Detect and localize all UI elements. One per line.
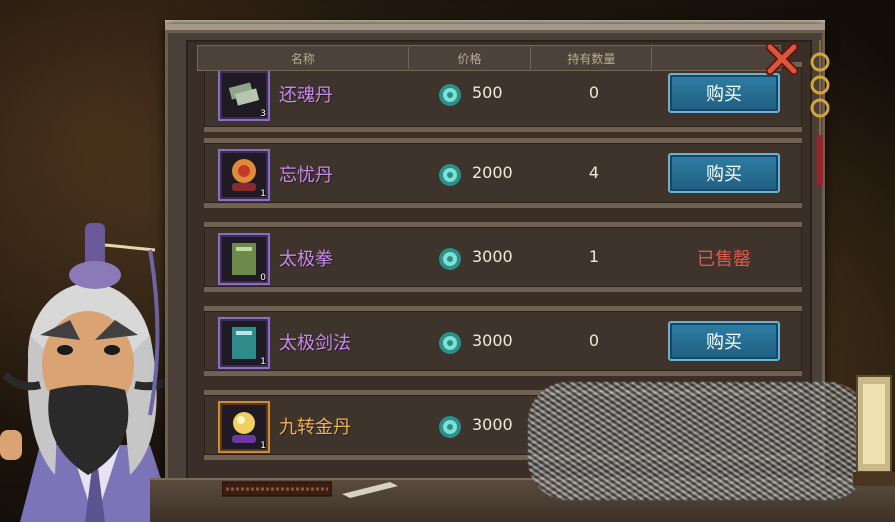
- item-count: 0: [260, 273, 266, 283]
- item-price: 3000: [472, 415, 513, 434]
- close-icon: [766, 42, 799, 75]
- jade-coin-icon: [439, 84, 461, 106]
- buy-button[interactable]: 购买: [668, 321, 780, 361]
- item-owned-count: 1: [588, 247, 600, 266]
- header-price: 价格: [409, 47, 532, 69]
- item-name: 忘忧丹: [279, 165, 333, 186]
- item-price: 2000: [472, 163, 513, 182]
- header-owned: 持有数量: [531, 47, 653, 69]
- jade-coin-icon: [439, 332, 461, 354]
- item-owned-count: 4: [588, 163, 600, 182]
- paper-note-icon: [342, 482, 398, 498]
- shop-table-header-overlay: 名称 价格 持有数量: [197, 45, 781, 71]
- item-price: 3000: [472, 331, 513, 350]
- obscured-region: [528, 382, 868, 500]
- item-count: 1: [260, 441, 266, 451]
- scroll-chain-decoration: [810, 40, 830, 185]
- header-name: 名称: [198, 47, 409, 69]
- item-name: 还魂丹: [279, 85, 333, 106]
- item-icon-slot: 3: [218, 69, 270, 121]
- item-count: 1: [260, 357, 266, 367]
- item-icon-slot: 0: [218, 233, 270, 285]
- jade-coin-icon: [439, 164, 461, 186]
- item-price: 500: [472, 83, 503, 102]
- shop-item-row: 1 忘忧丹 2000 4 购买: [204, 138, 802, 208]
- buy-button[interactable]: 购买: [668, 153, 780, 193]
- item-icon-slot: 1: [218, 317, 270, 369]
- item-icon-slot: 1: [218, 149, 270, 201]
- merchant-npc-portrait: [0, 223, 178, 522]
- item-owned-count: 0: [588, 83, 600, 102]
- shop-item-row: 0 太极拳 3000 1 已售罄: [204, 222, 802, 292]
- buy-button[interactable]: 购买: [668, 73, 780, 113]
- header-action: [652, 47, 780, 69]
- item-count: 3: [260, 109, 266, 119]
- item-icon-slot: 1: [218, 401, 270, 453]
- jade-coin-icon: [439, 416, 461, 438]
- lantern-icon: [853, 375, 895, 486]
- sold-out-label: 已售罄: [697, 249, 751, 270]
- shop-item-row: 3 还魂丹 500 0 购买: [204, 62, 802, 132]
- abacus-icon: [222, 481, 332, 497]
- close-button-overlay[interactable]: [765, 40, 801, 76]
- item-name: 九转金丹: [279, 417, 351, 438]
- item-name: 太极拳: [279, 249, 333, 270]
- item-price: 3000: [472, 247, 513, 266]
- shop-item-row: 1 太极剑法 3000 0 购买: [204, 306, 802, 376]
- item-count: 1: [260, 189, 266, 199]
- jade-coin-icon: [439, 248, 461, 270]
- item-name: 太极剑法: [279, 333, 351, 354]
- item-owned-count: 0: [588, 331, 600, 350]
